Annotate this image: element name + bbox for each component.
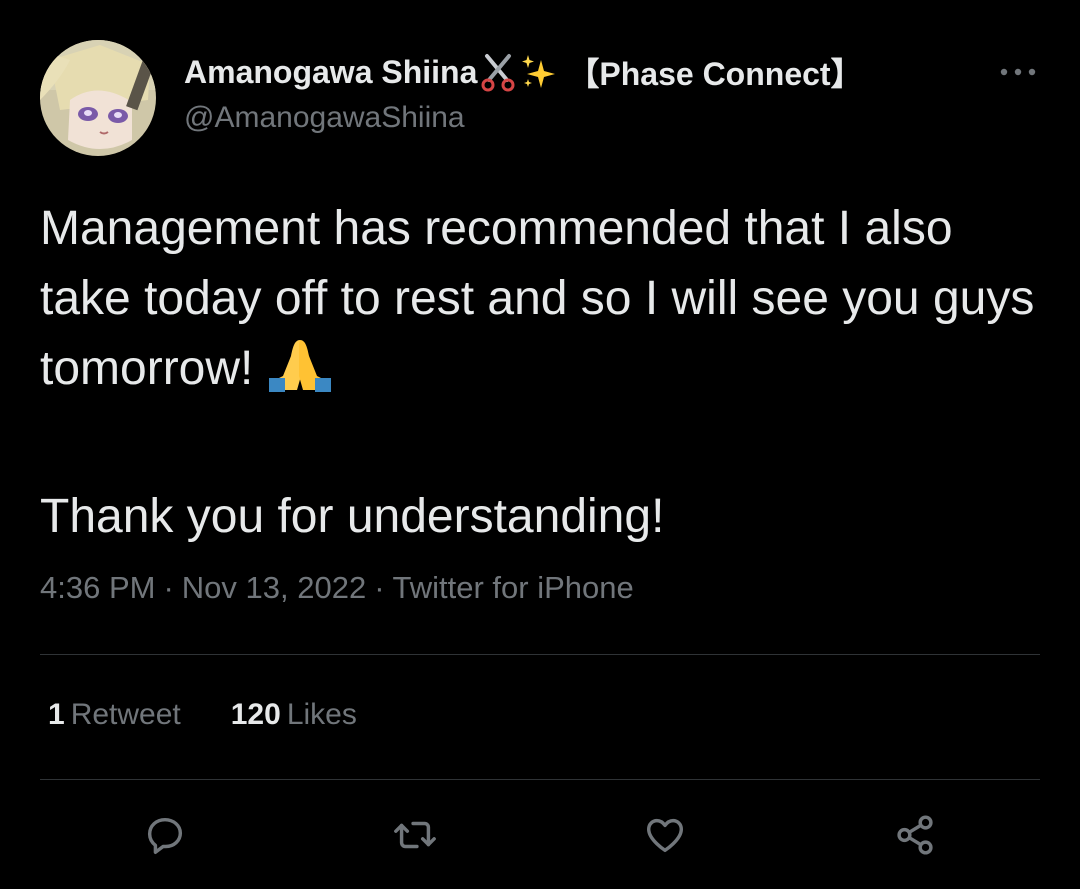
tweet-paragraph: Management has recommended that I also t… <box>40 194 1040 412</box>
action-bar <box>0 810 1080 860</box>
more-dots-icon <box>1000 68 1036 76</box>
display-name[interactable]: Amanogawa Shiina <box>184 54 477 91</box>
tweet-source[interactable]: Twitter for iPhone <box>393 570 634 605</box>
sparkles-icon <box>519 52 559 92</box>
retweet-button[interactable] <box>390 810 440 860</box>
user-handle[interactable]: @AmanogawaShiina <box>184 98 964 138</box>
avatar[interactable] <box>40 40 156 156</box>
tweet-card: Amanogawa Shiina 【Phase Connect】 @Amanog… <box>0 0 1080 889</box>
retweet-icon <box>394 821 436 849</box>
name-line: Amanogawa Shiina 【Phase Connect】 <box>184 50 964 94</box>
reply-button[interactable] <box>140 810 190 860</box>
more-options-button[interactable] <box>992 50 1044 94</box>
meta-separator: · <box>374 570 385 605</box>
tweet-stats: 1 Retweet 120 Likes <box>48 698 407 732</box>
author-block: Amanogawa Shiina 【Phase Connect】 @Amanog… <box>184 50 964 138</box>
retweet-count[interactable]: 1 Retweet <box>48 698 181 732</box>
tweet-date[interactable]: Nov 13, 2022 <box>182 570 366 605</box>
like-button[interactable] <box>640 810 690 860</box>
divider <box>40 654 1040 655</box>
likes-count[interactable]: 120 Likes <box>231 698 357 732</box>
folded-hands-icon <box>265 336 335 412</box>
share-button[interactable] <box>890 810 940 860</box>
avatar-image <box>40 40 156 156</box>
affiliation-label: 【Phase Connect】 <box>567 56 863 92</box>
tweet-meta: 4:36 PM · Nov 13, 2022 · Twitter for iPhone <box>40 570 634 606</box>
like-icon <box>646 818 684 853</box>
divider <box>40 779 1040 780</box>
reply-icon <box>147 817 183 854</box>
meta-separator: · <box>163 570 174 605</box>
tweet-paragraph: Thank you for understanding! <box>40 490 665 543</box>
tweet-time[interactable]: 4:36 PM <box>40 570 155 605</box>
tweet-text: Management has recommended that I also t… <box>40 194 1040 552</box>
share-icon <box>897 815 933 855</box>
scissors-icon <box>479 52 517 92</box>
